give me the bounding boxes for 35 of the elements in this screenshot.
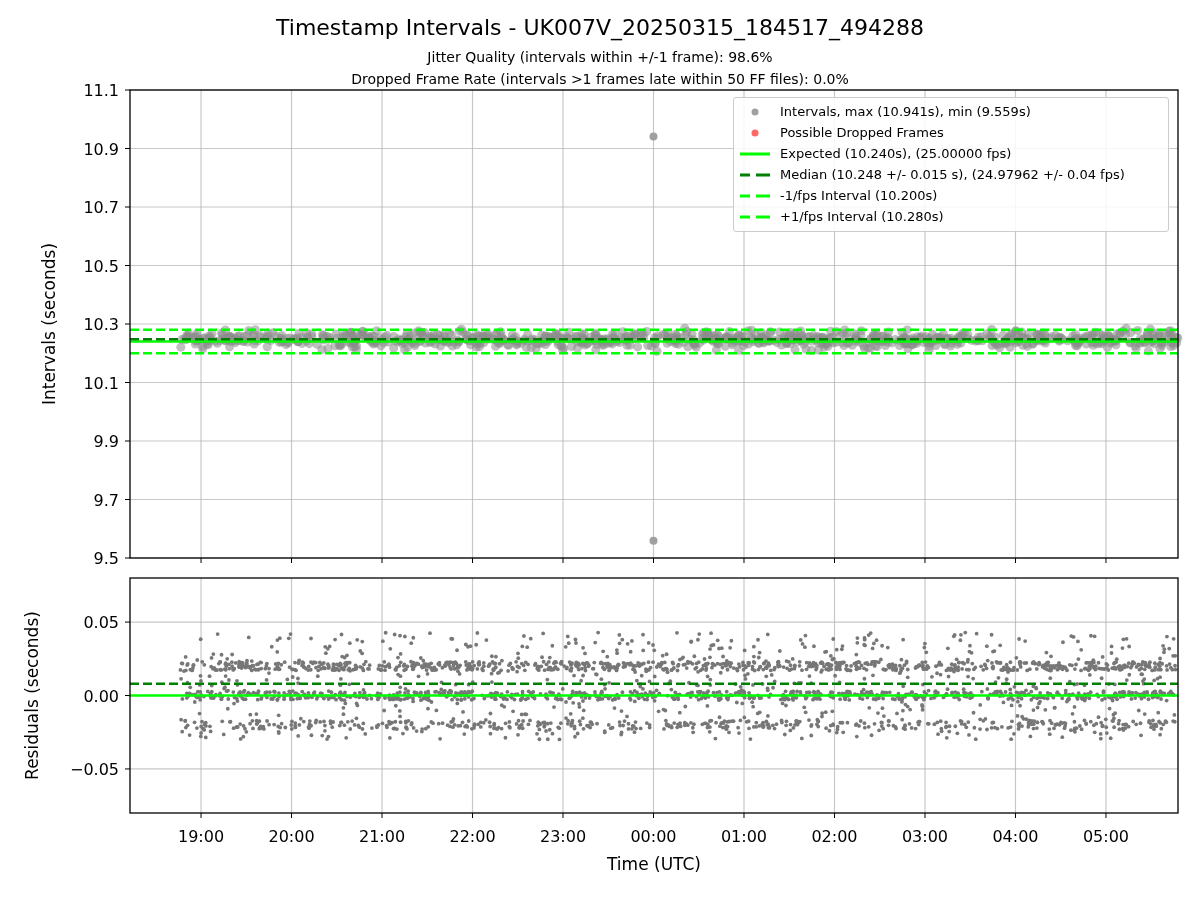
tick-label: 23:00 [539,827,587,846]
tick-label: 21:00 [358,827,406,846]
axis-label: Time (UTC) [607,854,701,874]
tick-label: 0.00 [83,686,119,706]
tick-label: 9.5 [93,549,119,568]
legend-label: -1/fps Interval (10.200s) [780,188,938,203]
tick-label: 10.1 [83,373,119,393]
tick-label: 00:00 [630,827,677,846]
figure-title: Timestamp Intervals - UK007V_20250315_184517_494288 [276,16,924,40]
tick-label: 10.5 [83,256,119,276]
tick-label: 01:00 [720,827,768,846]
figure-subtitle: Dropped Frame Rate (intervals >1 frames late within 50 FF files): 0.0% [351,70,849,89]
tick-label: 10.9 [83,139,119,159]
tick-label: 20:00 [268,827,315,846]
tick-label: 10.7 [83,198,119,217]
legend-label: +1/fps Interval (10.280s) [780,209,944,224]
axis-label: Residuals (seconds) [22,611,42,780]
legend-label: Median (10.248 +/- 0.015 s), (24.97962 +/- 0.04 fps) [780,167,1125,182]
tick-label: 05:00 [1082,827,1129,846]
axis-label: Intervals (seconds) [39,242,59,406]
tick-label: 0.05 [83,613,119,633]
tick-label: 11.1 [83,81,119,100]
tick-label: 19:00 [178,827,225,846]
figure-subtitle: Jitter Quality (intervals within +/-1 frame): 98.6% [427,48,773,67]
tick-label: 9.7 [93,490,119,510]
tick-label: 10.3 [83,315,119,334]
tick-label: 04:00 [992,827,1039,846]
tick-label: 22:00 [449,827,496,846]
legend-label: Intervals, max (10.941s), min (9.559s) [780,104,1031,119]
tick-label: 9.9 [93,432,119,451]
legend-label: Possible Dropped Frames [780,125,944,140]
tick-label: −0.05 [69,759,119,779]
tick-label: 02:00 [811,827,858,846]
legend-label: Expected (10.240s), (25.00000 fps) [780,146,1012,161]
tick-label: 03:00 [901,827,949,846]
